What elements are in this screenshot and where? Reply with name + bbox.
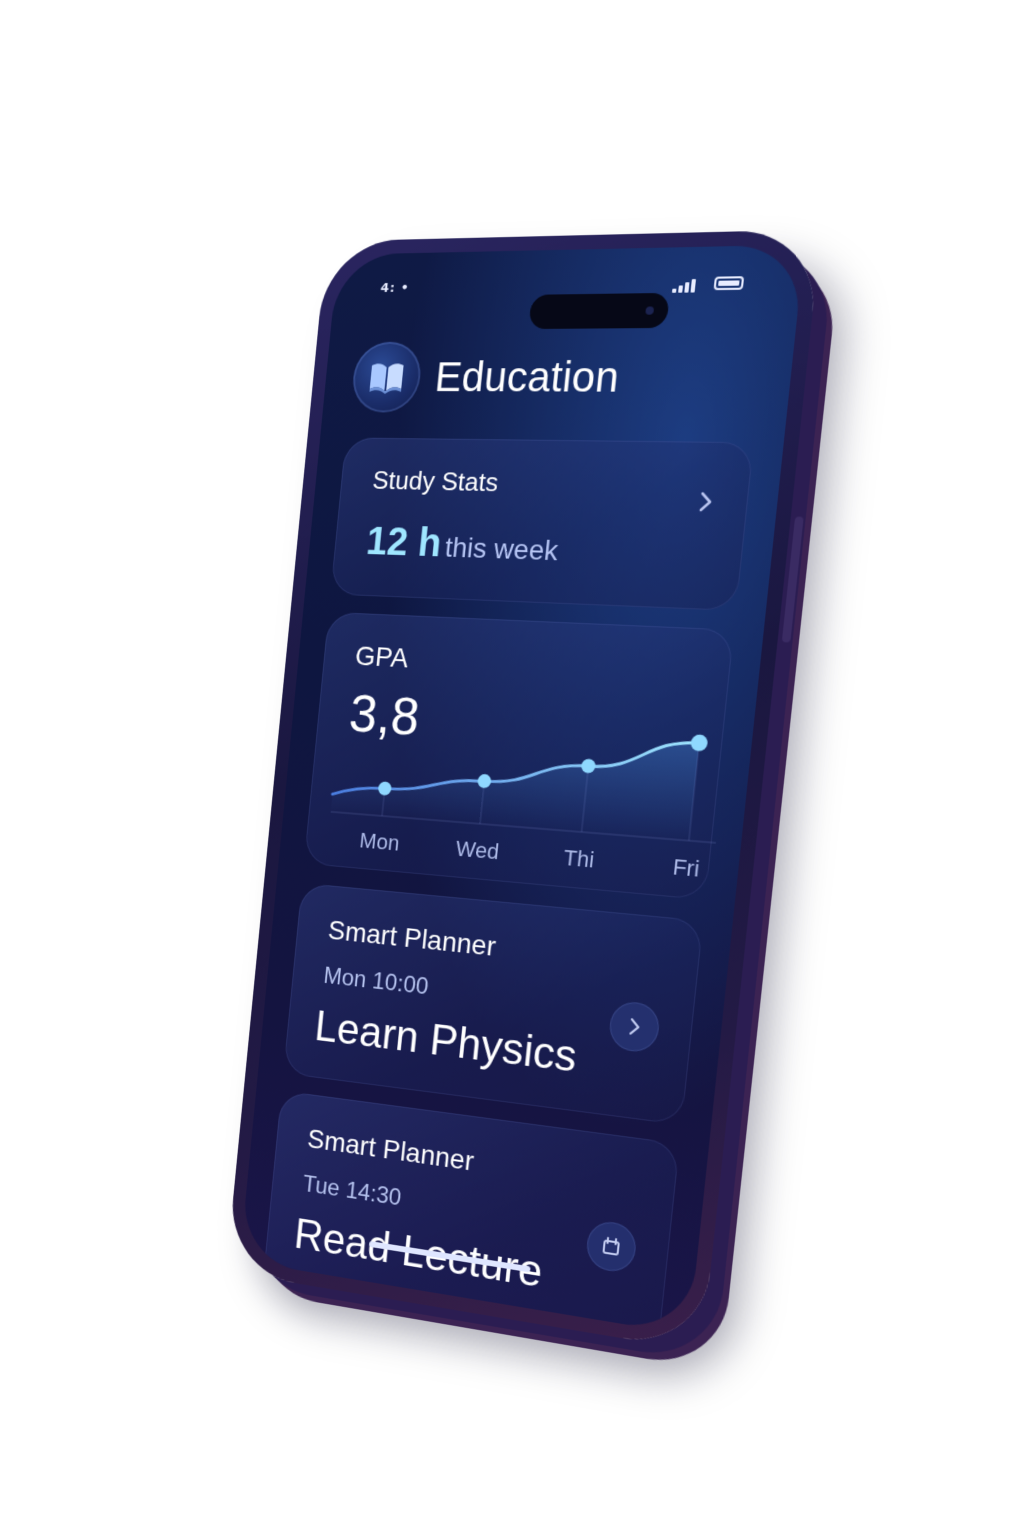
x-tick-label: Wed: [455, 836, 500, 864]
dynamic-island: [528, 292, 670, 330]
study-period: this week: [443, 531, 560, 567]
smart-planner-card-2[interactable]: Smart Planner Tue 14:30 Read Lecture: [262, 1090, 680, 1335]
planner-title: Smart Planner: [306, 1123, 476, 1177]
open-task-button[interactable]: [607, 999, 662, 1054]
planner-task: Learn Physics: [312, 1002, 580, 1082]
phone-screen: 4: • Education Study Stats 12 h this wee…: [239, 244, 805, 1335]
app-header: Education: [349, 340, 763, 420]
smart-planner-card-1[interactable]: Smart Planner Mon 10:00 Learn Physics: [283, 882, 704, 1126]
calendar-button[interactable]: [584, 1218, 638, 1275]
chevron-right-icon: [608, 1000, 662, 1054]
gpa-card[interactable]: GPA 3,8 Mon Wed Thi Fri: [303, 611, 735, 901]
study-stats-card[interactable]: Study Stats 12 h this week: [330, 437, 755, 611]
signal-icon: [671, 278, 700, 293]
stage: 4: • Education Study Stats 12 h this wee…: [0, 0, 1024, 1536]
gpa-line-chart: Mon Wed Thi Fri: [304, 612, 764, 882]
study-stats-value: 12 h this week: [364, 520, 560, 570]
side-button: [781, 516, 804, 643]
page-title: Education: [432, 352, 622, 401]
calendar-icon: [585, 1219, 638, 1275]
status-time: 4: •: [379, 280, 411, 296]
study-hours: 12 h: [364, 519, 444, 566]
planner-time: Tue 14:30: [301, 1170, 403, 1212]
x-tick-label: Thi: [562, 845, 595, 873]
phone-mockup: 4: • Education Study Stats 12 h this wee…: [226, 229, 822, 1352]
planner-time: Mon 10:00: [322, 962, 430, 1001]
open-book-icon[interactable]: [349, 341, 424, 413]
chevron-right-icon[interactable]: [696, 487, 718, 516]
x-tick-label: Fri: [672, 854, 701, 882]
camera-dot: [645, 306, 655, 315]
study-stats-title: Study Stats: [371, 465, 500, 498]
battery-icon: [713, 276, 745, 291]
planner-title: Smart Planner: [326, 914, 498, 962]
status-bar: 4: •: [379, 273, 759, 330]
x-tick-label: Mon: [359, 828, 401, 855]
